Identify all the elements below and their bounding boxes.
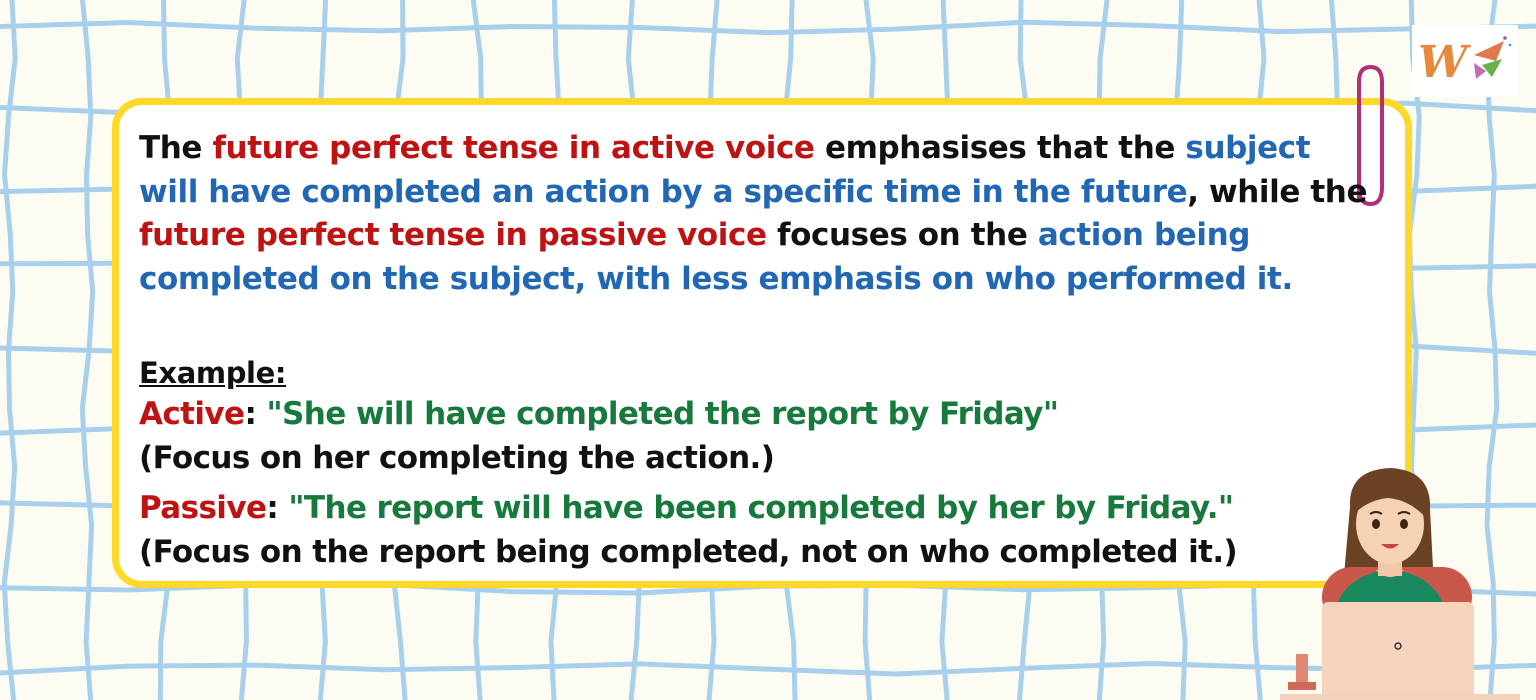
paragraph-text: focuses on the [766, 217, 1038, 253]
passive-label: Passive [139, 490, 267, 526]
active-label: Active [139, 396, 245, 432]
paragraph-text: emphasises that the [814, 130, 1186, 166]
passive-example-line: Passive: "The report will have been comp… [139, 490, 1234, 526]
paragraph-text: , while the [1187, 173, 1368, 210]
active-voice-term: future perfect tense in active voice [212, 130, 815, 166]
colon: : [266, 490, 289, 526]
colon: : [244, 396, 267, 432]
passive-voice-term: future perfect tense in passive voice [139, 217, 767, 253]
definition-paragraph: The future perfect tense in active voice… [139, 127, 1369, 301]
svg-text:W: W [1418, 37, 1472, 88]
active-example-line: Active: "She will have completed the rep… [139, 396, 1059, 432]
woman-with-laptop-illustration [1280, 468, 1520, 700]
passive-focus-note: (Focus on the report being completed, no… [139, 534, 1238, 570]
grid-line [0, 19, 1536, 36]
w-logo-icon: W [1412, 25, 1518, 97]
example-heading: Example: [139, 356, 287, 390]
passive-sentence: "The report will have been completed by … [288, 490, 1234, 526]
paragraph-text: The [139, 130, 213, 166]
active-focus-note: (Focus on her completing the action.) [139, 440, 775, 476]
active-sentence: "She will have completed the report by F… [266, 396, 1059, 432]
